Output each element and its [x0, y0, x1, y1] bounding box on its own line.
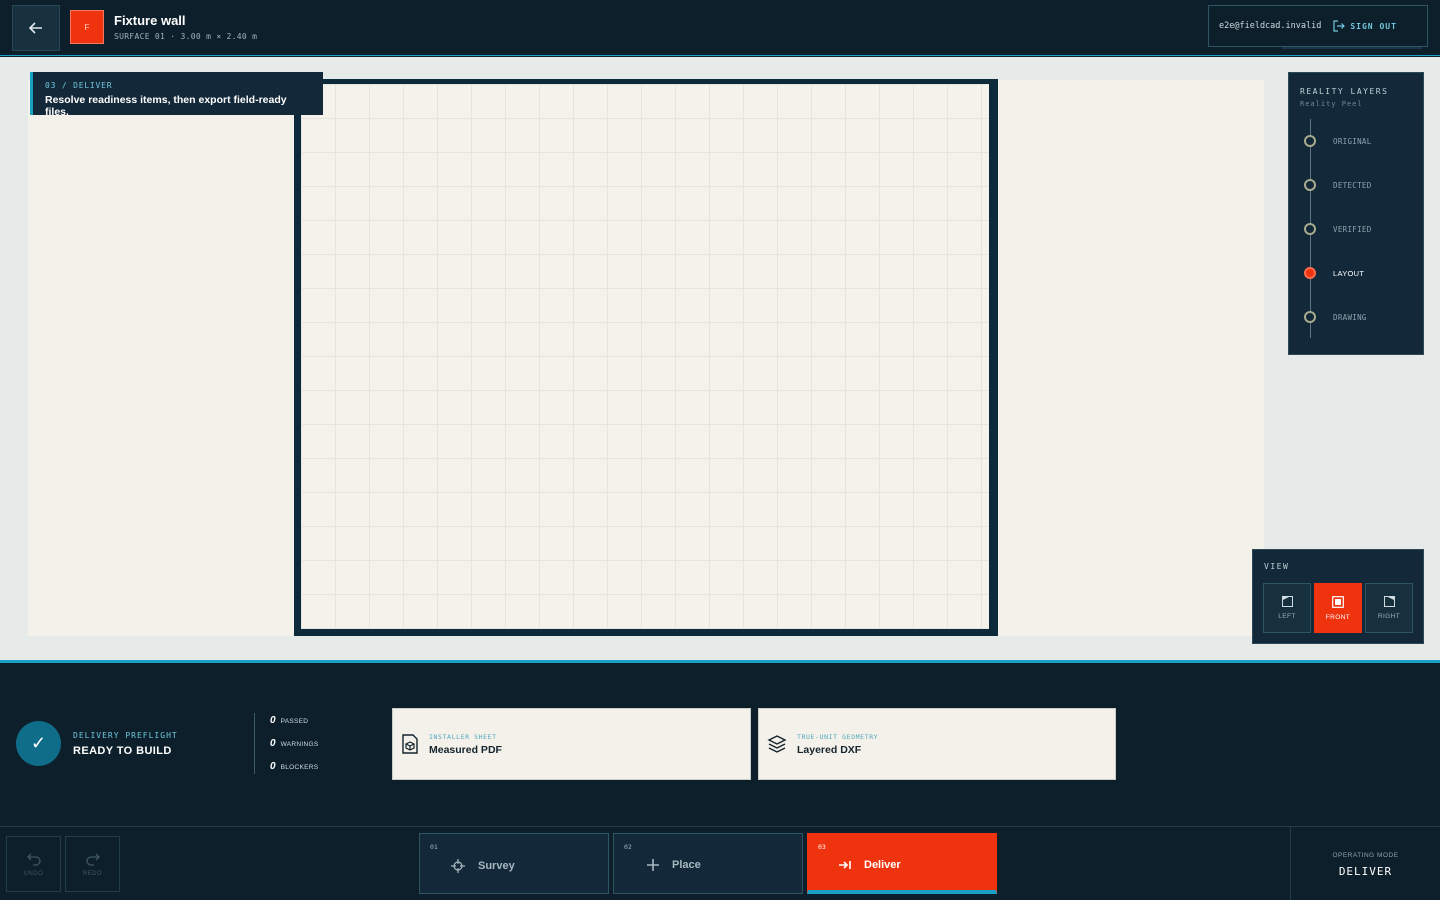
preflight-separator	[254, 713, 255, 774]
count-value: 0	[270, 715, 276, 726]
layers-title: REALITY LAYERS	[1300, 87, 1389, 96]
tab-label: Survey	[478, 860, 515, 872]
page-title: Fixture wall	[114, 13, 186, 28]
count-value: 0	[270, 738, 276, 749]
view-left-button[interactable]: LEFT	[1263, 583, 1311, 633]
count-label: BLOCKERS	[280, 764, 319, 771]
view-panel: VIEW LEFT FRONT RIGHT	[1252, 549, 1424, 644]
export-kicker: INSTALLER SHEET	[429, 732, 497, 741]
check-icon: ✓	[16, 721, 61, 766]
pdf-cube-icon	[402, 734, 418, 754]
view-label: FRONT	[1325, 613, 1351, 621]
layer-dot	[1304, 135, 1316, 147]
layers-icon	[767, 735, 787, 753]
count-passed: 0 PASSED	[270, 715, 308, 726]
export-kicker: TRUE-UNIT GEOMETRY	[797, 732, 879, 741]
tab-survey[interactable]: 01 Survey	[419, 833, 609, 894]
view-front-icon	[1332, 595, 1344, 608]
redo-label: REDO	[82, 870, 103, 877]
undo-button[interactable]: UNDO	[6, 836, 61, 892]
tab-number: 01	[430, 843, 438, 851]
tab-number: 02	[624, 843, 632, 851]
view-label: RIGHT	[1377, 613, 1401, 620]
surface-dimensions: SURFACE 01 · 3.00 m × 2.40 m	[114, 32, 258, 41]
mode-label: OPERATING MODE	[1332, 852, 1399, 859]
user-menu: e2e@fieldcad.invalid SIGN OUT	[1208, 5, 1428, 47]
preflight-label: DELIVERY PREFLIGHT	[73, 731, 178, 740]
count-value: 0	[270, 761, 276, 772]
step-banner: 03 / DELIVER Resolve readiness items, th…	[30, 72, 323, 118]
export-pdf-card[interactable]: INSTALLER SHEET Measured PDF	[392, 708, 751, 780]
count-warnings: 0 WARNINGS	[270, 738, 318, 749]
export-dxf-card[interactable]: TRUE-UNIT GEOMETRY Layered DXF	[758, 708, 1116, 780]
view-label: LEFT	[1278, 613, 1296, 620]
layer-original[interactable]: ORIGINAL	[1304, 134, 1371, 148]
layer-label: DETECTED	[1333, 180, 1372, 190]
crosshair-icon	[451, 859, 465, 873]
mode-value: DELIVER	[1338, 865, 1393, 878]
undo-icon	[26, 853, 41, 866]
step-instruction: Resolve readiness items, then export fie…	[45, 94, 287, 118]
tab-place[interactable]: 02 Place	[613, 833, 803, 894]
view-right-button[interactable]: RIGHT	[1365, 583, 1413, 633]
layer-label: VERIFIED	[1333, 224, 1372, 234]
export-icon	[839, 861, 851, 869]
app-header: F Fixture wall SURFACE 01 · 3.00 m × 2.4…	[0, 0, 1440, 56]
tab-label: Deliver	[864, 859, 901, 871]
view-left-icon	[1281, 596, 1293, 607]
operating-mode: OPERATING MODE DELIVER	[1290, 827, 1440, 900]
arrow-left-icon	[28, 22, 42, 34]
reality-layers-panel: REALITY LAYERS Reality Peel ORIGINAL DET…	[1288, 72, 1424, 355]
layer-layout[interactable]: LAYOUT	[1304, 266, 1364, 280]
user-menu-underline	[1282, 47, 1422, 49]
sign-out-button[interactable]: SIGN OUT	[1333, 20, 1397, 32]
view-front-button[interactable]: FRONT	[1314, 583, 1362, 633]
layer-label: DRAWING	[1333, 312, 1367, 322]
back-button[interactable]	[12, 5, 60, 51]
fixture-wall-surface[interactable]	[294, 79, 998, 636]
workspace: 03 / DELIVER Resolve readiness items, th…	[0, 57, 1440, 660]
delivery-panel: ✓ DELIVERY PREFLIGHT READY TO BUILD 0 PA…	[0, 663, 1440, 826]
view-title: VIEW	[1264, 562, 1290, 571]
layer-detected[interactable]: DETECTED	[1304, 178, 1371, 192]
layer-dot	[1304, 267, 1316, 279]
preflight-status: READY TO BUILD	[73, 745, 172, 757]
export-title: Layered DXF	[797, 743, 862, 756]
count-label: WARNINGS	[280, 741, 319, 748]
view-right-icon	[1383, 596, 1395, 607]
count-label: PASSED	[280, 718, 309, 725]
layer-dot	[1304, 311, 1316, 323]
export-title: Measured PDF	[429, 743, 502, 756]
layer-label: ORIGINAL	[1333, 136, 1372, 146]
tab-label: Place	[672, 859, 701, 871]
surface-logo: F	[70, 10, 104, 44]
layers-subtitle: Reality Peel	[1300, 100, 1363, 108]
layer-label: LAYOUT	[1333, 268, 1365, 278]
plus-icon	[647, 859, 659, 871]
count-blockers: 0 BLOCKERS	[270, 761, 318, 772]
sign-out-label: SIGN OUT	[1350, 21, 1397, 31]
redo-icon	[85, 853, 100, 866]
sign-out-icon	[1333, 20, 1346, 32]
tab-number: 03	[818, 843, 826, 851]
step-footer: UNDO REDO 01 Survey 02 Place 03 Deliver …	[0, 826, 1440, 900]
layer-dot	[1304, 179, 1316, 191]
step-label: 03 / DELIVER	[45, 81, 113, 90]
layer-drawing[interactable]: DRAWING	[1304, 310, 1366, 324]
logo-letter: F	[84, 22, 90, 32]
undo-label: UNDO	[23, 870, 44, 877]
user-email: e2e@fieldcad.invalid	[1219, 21, 1322, 31]
layer-dot	[1304, 223, 1316, 235]
tab-deliver[interactable]: 03 Deliver	[807, 833, 997, 894]
layer-verified[interactable]: VERIFIED	[1304, 222, 1371, 236]
redo-button[interactable]: REDO	[65, 836, 120, 892]
